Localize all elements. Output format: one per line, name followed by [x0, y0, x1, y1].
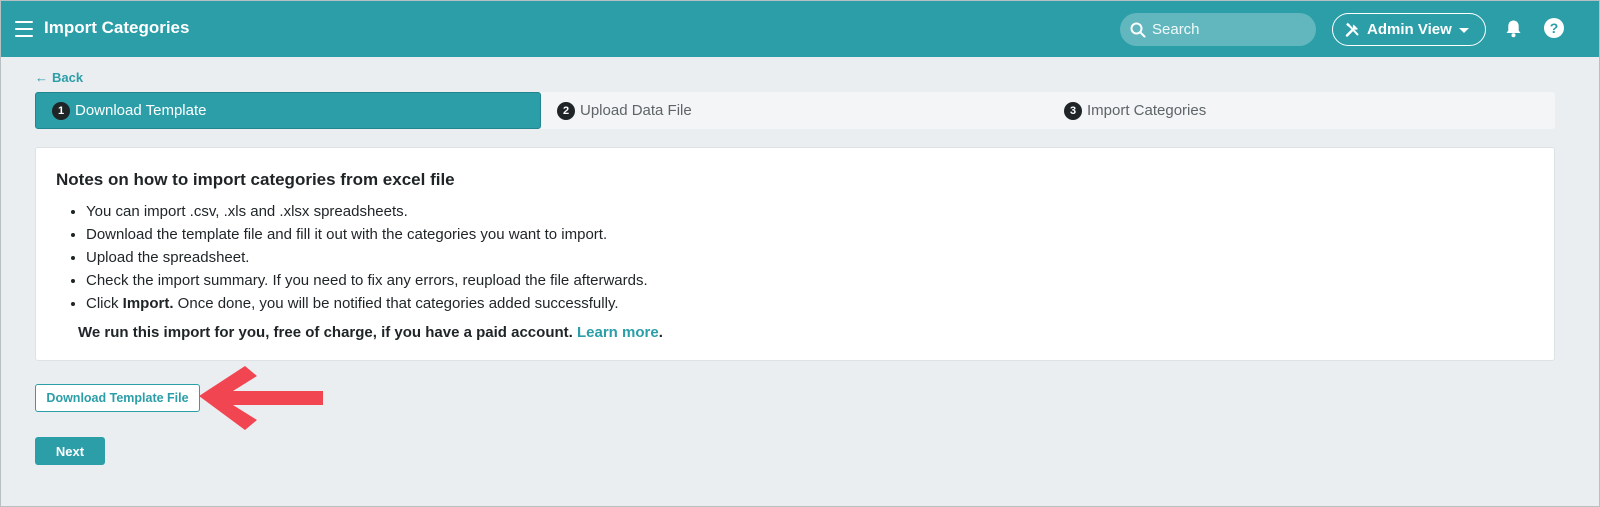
- back-label: Back: [52, 70, 84, 85]
- list-item-suffix: Once done, you will be notified that cat…: [173, 295, 619, 312]
- search-box[interactable]: [1120, 13, 1316, 46]
- search-icon: [1130, 22, 1146, 37]
- annotation-arrow-icon: [199, 366, 323, 430]
- step-upload-data-file[interactable]: 2 Upload Data File: [541, 92, 1049, 129]
- promo-text: We run this import for you, free of char…: [78, 324, 663, 341]
- chevron-down-icon: [1458, 28, 1469, 33]
- learn-more-link[interactable]: Learn more: [577, 324, 659, 341]
- step-number: 1: [52, 101, 70, 120]
- step-label: Upload Data File: [580, 102, 692, 119]
- list-item: Click Import. Once done, you will be not…: [86, 292, 648, 315]
- list-item: You can import .csv, .xls and .xlsx spre…: [86, 200, 648, 223]
- notes-list: You can import .csv, .xls and .xlsx spre…: [86, 200, 648, 315]
- search-input[interactable]: [1152, 21, 1302, 38]
- step-number: 2: [557, 101, 575, 120]
- download-template-button[interactable]: Download Template File: [35, 384, 200, 412]
- next-button[interactable]: Next: [35, 437, 105, 465]
- list-item: Upload the spreadsheet.: [86, 246, 648, 269]
- page-title: Import Categories: [44, 18, 190, 37]
- promo-message: We run this import for you, free of char…: [78, 324, 577, 341]
- notes-title: Notes on how to import categories from e…: [56, 170, 455, 189]
- list-item: Check the import summary. If you need to…: [86, 269, 648, 292]
- app-frame: Import Categories Admin View ? ←: [0, 0, 1600, 507]
- step-download-template[interactable]: 1 Download Template: [35, 92, 541, 129]
- arrow-left-icon: ←: [35, 70, 48, 85]
- bell-icon[interactable]: [1505, 19, 1522, 38]
- notes-card: Notes on how to import categories from e…: [35, 147, 1555, 361]
- top-bar: Import Categories Admin View ?: [1, 1, 1599, 57]
- admin-view-dropdown[interactable]: Admin View: [1332, 13, 1486, 46]
- list-item-bold: Import.: [122, 295, 174, 312]
- step-label: Import Categories: [1087, 102, 1207, 119]
- step-label: Download Template: [75, 102, 207, 119]
- list-item-prefix: Click: [86, 295, 123, 312]
- promo-end: .: [658, 324, 663, 341]
- import-stepper: 1 Download Template 2 Upload Data File 3…: [35, 92, 1555, 129]
- list-item: Download the template file and fill it o…: [86, 223, 648, 246]
- back-link[interactable]: ← Back: [35, 70, 83, 85]
- help-icon[interactable]: ?: [1544, 18, 1564, 38]
- hamburger-icon[interactable]: [15, 21, 33, 37]
- tools-icon: [1345, 22, 1359, 37]
- step-import-categories[interactable]: 3 Import Categories: [1048, 92, 1555, 129]
- step-number: 3: [1064, 101, 1082, 120]
- admin-view-label: Admin View: [1367, 21, 1452, 38]
